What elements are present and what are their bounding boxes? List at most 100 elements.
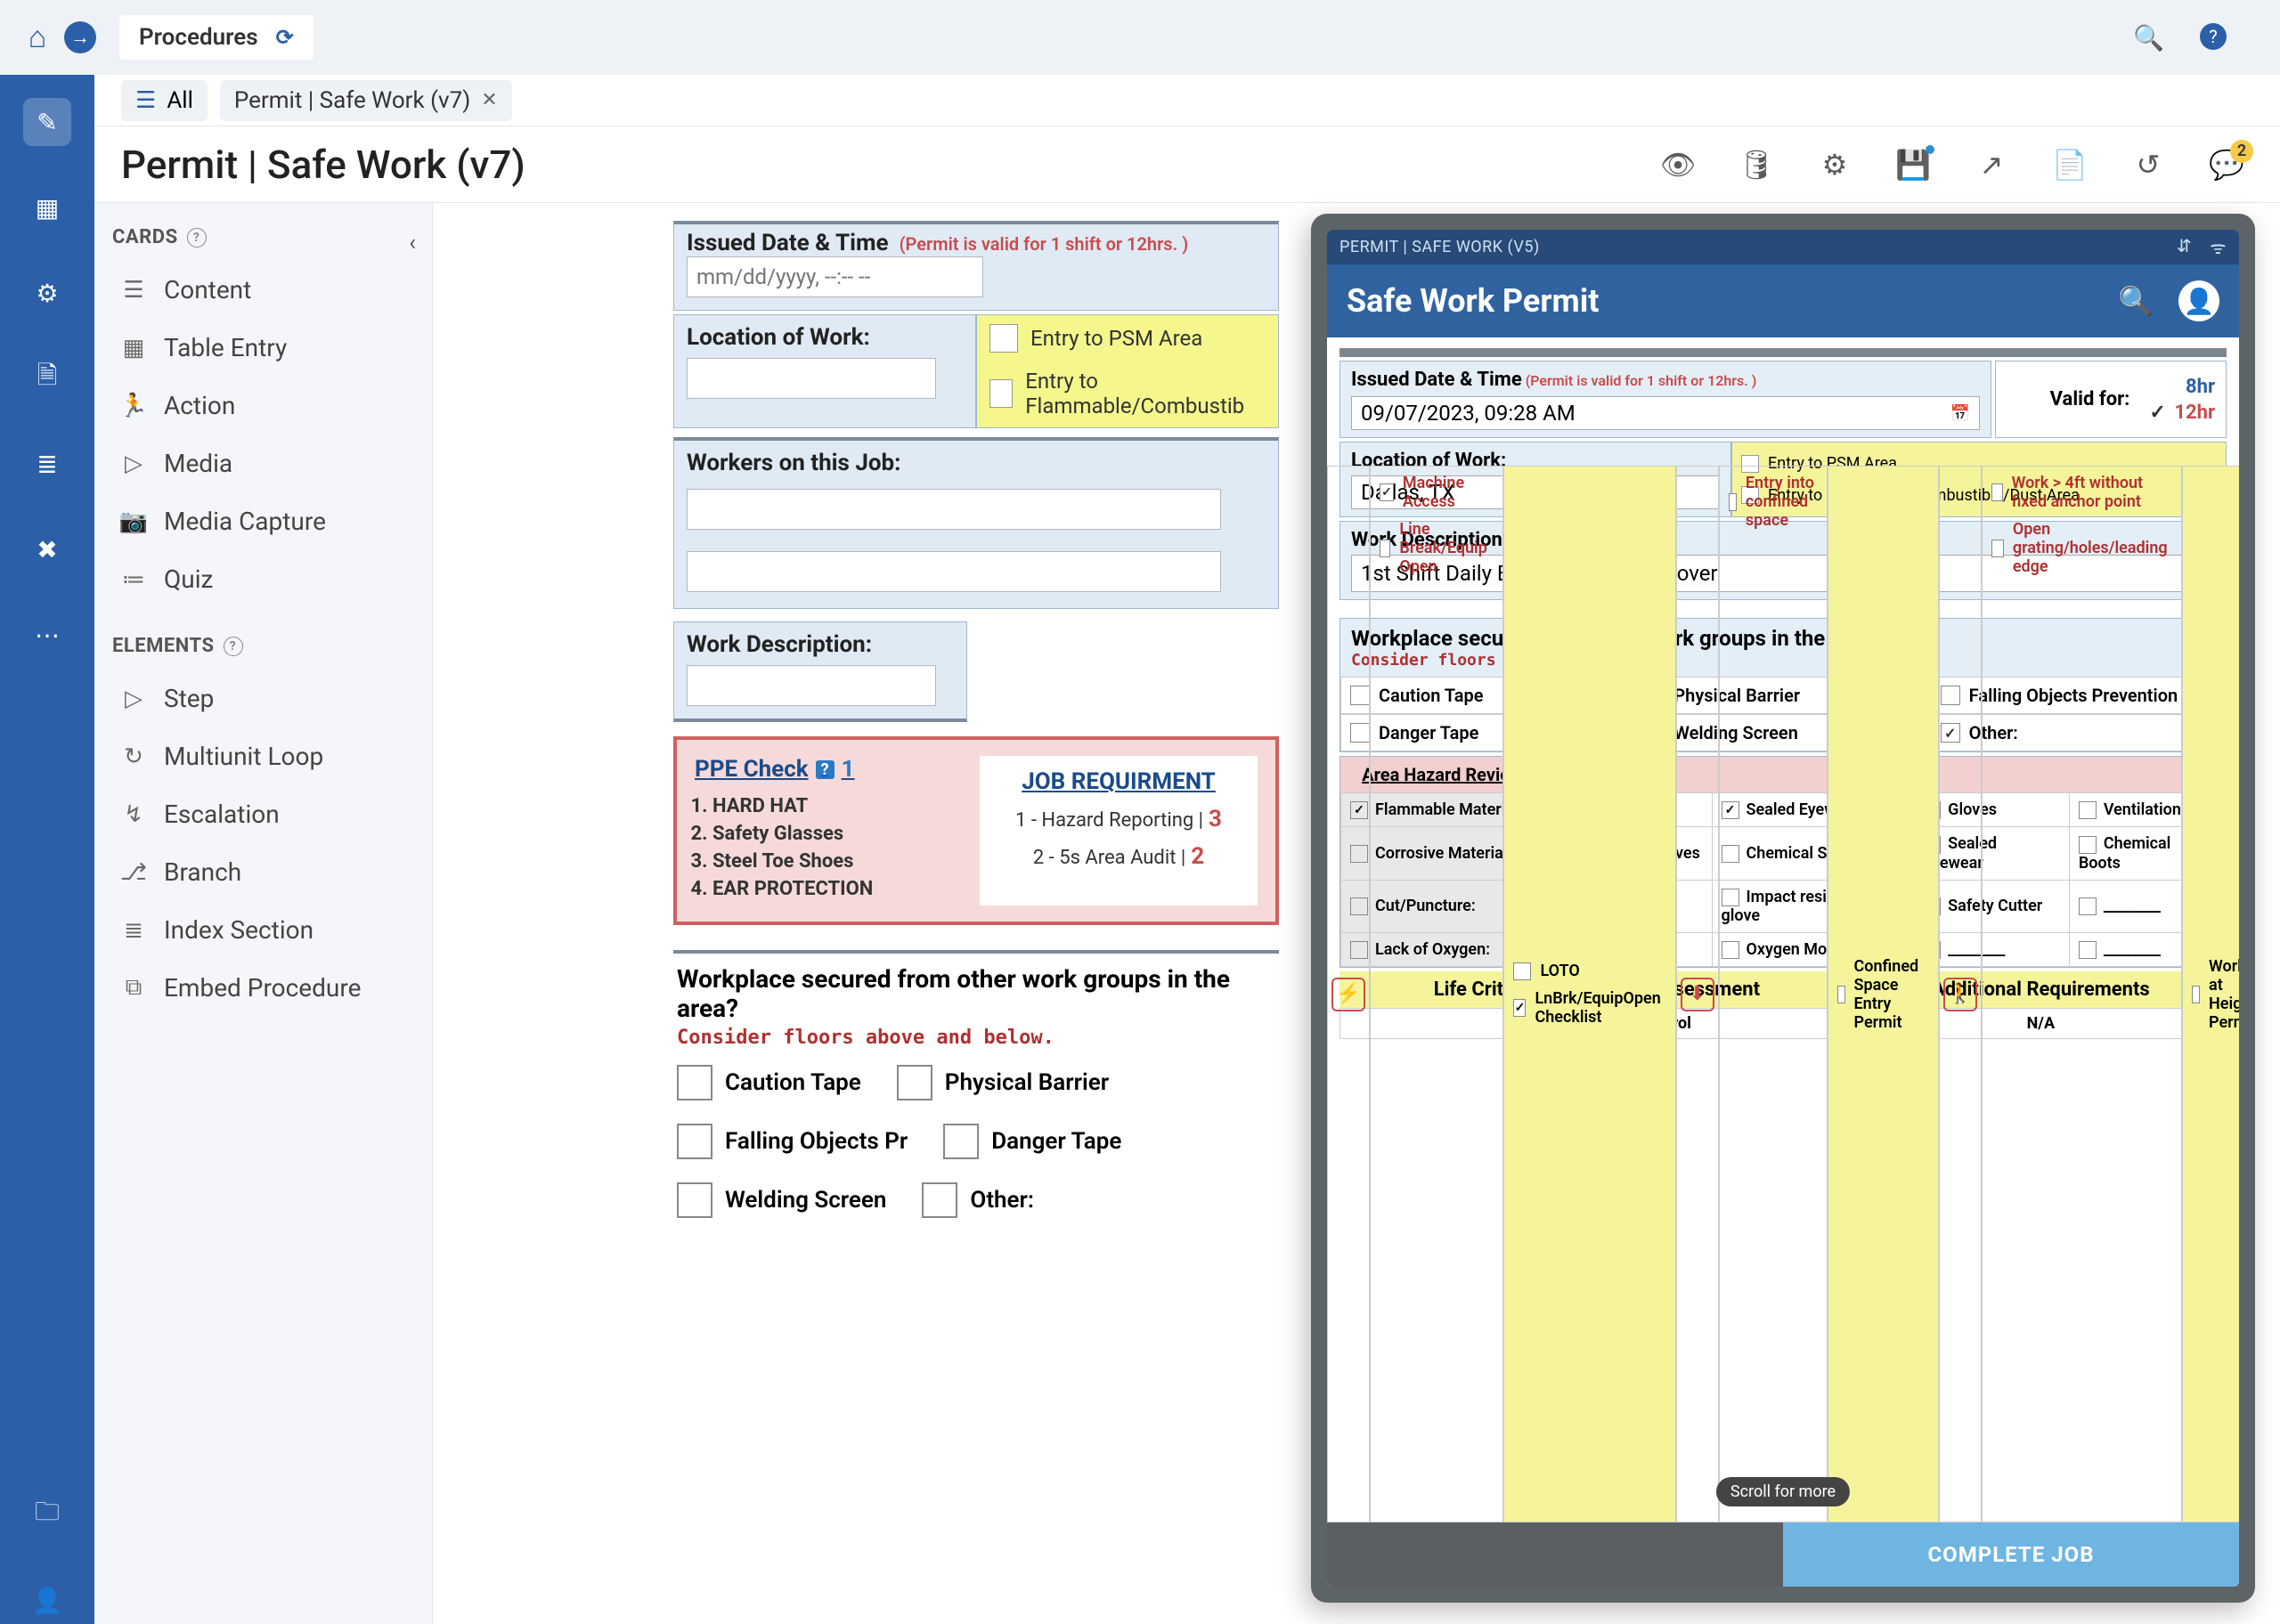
media-icon: ▷	[119, 451, 148, 477]
palette-item-multiunit-loop[interactable]: ↻Multiunit Loop	[112, 727, 414, 785]
ppe-item: Steel Toe Shoes	[712, 850, 962, 873]
collapse-icon[interactable]: ‹	[409, 230, 416, 256]
secure-opt[interactable]: Physical Barrier	[897, 1065, 1109, 1100]
dv-life-item[interactable]: ✓Machine Access	[1380, 474, 1494, 511]
loc-opt-psm[interactable]: Entry to PSM Area	[989, 324, 1266, 353]
dv-life-item[interactable]: Entry into confined space	[1729, 474, 1818, 530]
palette-item-branch[interactable]: ⎇Branch	[112, 843, 414, 901]
database-icon[interactable]: 🛢	[1738, 147, 1774, 183]
palette-item-embed-procedure[interactable]: ⧉Embed Procedure	[112, 959, 414, 1017]
index-icon: ≣	[119, 917, 148, 944]
dv-life-item[interactable]: Open grating/holes/leading edge	[1991, 520, 2173, 576]
help-icon[interactable]: ?	[187, 228, 207, 248]
worker-input-1[interactable]	[687, 489, 1221, 530]
device-caption-bar: PERMIT | SAFE WORK (V5) ⇵ᯤ	[1327, 230, 2239, 264]
palette-item-media[interactable]: ▷Media	[112, 434, 414, 492]
palette-item-escalation[interactable]: ↯Escalation	[112, 785, 414, 843]
palette-item-action[interactable]: 🏃Action	[112, 377, 414, 434]
dv-valid-12hr[interactable]: ✓12hr	[2149, 402, 2215, 424]
palette-item-content[interactable]: ☰Content	[112, 261, 414, 319]
avatar-icon[interactable]: 👤	[2178, 280, 2219, 321]
nav-sliders-icon[interactable]: ⚙	[23, 269, 71, 317]
nav-bars-icon[interactable]: ≣	[23, 440, 71, 488]
dv-life-item[interactable]: Work > 4ft without fixed anchor point	[1991, 474, 2173, 511]
breadcrumb[interactable]: Procedures ⟳	[119, 15, 314, 60]
complete-job-button[interactable]: COMPLETE JOB	[1783, 1522, 2239, 1587]
worker-input-2[interactable]	[687, 551, 1221, 592]
secure-block[interactable]: Workplace secured from other work groups…	[673, 950, 1279, 1229]
device-header: Safe Work Permit 🔍 👤	[1327, 264, 2239, 337]
nav-user-icon[interactable]: 👤	[23, 1576, 71, 1624]
loc-opt-flammable[interactable]: Entry to Flammable/Combustib	[989, 369, 1266, 418]
open-external-icon[interactable]: ↗	[1974, 147, 2009, 183]
palette-item-index-section[interactable]: ≣Index Section	[112, 901, 414, 959]
nav-folder-icon[interactable]: 🗀	[23, 1490, 71, 1539]
dv-issued-input[interactable]: 09/07/2023, 09:28 AM📅	[1351, 396, 1980, 430]
refresh-icon[interactable]: ⟳	[276, 25, 294, 50]
help-icon[interactable]: ?	[224, 637, 243, 656]
preview-icon[interactable]: 👁	[1660, 147, 1696, 183]
gear-icon[interactable]: ⚙	[1817, 147, 1852, 183]
ppe-item: Safety Glasses	[712, 823, 962, 845]
desc-input[interactable]	[687, 665, 936, 706]
workers-block[interactable]: Workers on this Job:	[673, 437, 1279, 609]
nav-tools-icon[interactable]: ✖	[23, 525, 71, 573]
secure-opt[interactable]: Other:	[922, 1182, 1034, 1218]
tab-document-label: Permit | Safe Work (v7)	[234, 87, 470, 114]
desc-block[interactable]: Work Description:	[673, 621, 967, 722]
secure-opt[interactable]: Welding Screen	[677, 1182, 886, 1218]
pdf-icon[interactable]: 📄	[2052, 147, 2088, 183]
secure-opt[interactable]: Caution Tape	[677, 1065, 861, 1100]
close-icon[interactable]: ✕	[481, 89, 497, 111]
nav-grid-icon[interactable]: ▦	[23, 183, 71, 231]
home-icon[interactable]: ⌂	[18, 18, 57, 57]
comments-badge: 2	[2230, 140, 2253, 163]
tab-document[interactable]: Permit | Safe Work (v7) ✕	[220, 80, 512, 121]
top-strip: ⌂ → Procedures ⟳ 🔍 ?	[0, 0, 2280, 75]
secure-note: Consider floors above and below.	[677, 1027, 1275, 1049]
palette-cards-header: CARDS ?	[112, 226, 414, 248]
calendar-icon[interactable]: 📅	[1950, 404, 1970, 423]
ppe-block[interactable]: PPE Check ? 1 HARD HAT Safety Glasses St…	[673, 736, 1279, 925]
dv-life-req[interactable]: ✓LnBrk/EquipOpen Checklist	[1513, 989, 1665, 1027]
forward-icon[interactable]: →	[64, 21, 96, 53]
hazard-symbol-icon: ⬇	[1676, 466, 1719, 1522]
device-content[interactable]: Issued Date & Time (Permit is valid for …	[1327, 337, 2239, 1522]
nav-more-icon[interactable]: ⋯	[23, 611, 71, 659]
secure-opt[interactable]: Falling Objects Pr	[677, 1124, 908, 1159]
nav-report-icon[interactable]: 🗎	[23, 354, 71, 402]
nav-edit-icon[interactable]: ✎	[23, 98, 71, 146]
palette-item-step[interactable]: ▷Step	[112, 670, 414, 727]
comments-icon[interactable]: 💬2	[2209, 147, 2244, 183]
history-icon[interactable]: ↺	[2130, 147, 2166, 183]
search-icon[interactable]: 🔍	[2118, 284, 2154, 318]
dv-valid: Valid for: 8hr ✓12hr	[1995, 361, 2227, 438]
location-input[interactable]	[687, 358, 936, 399]
issued-block[interactable]: Issued Date & Time (Permit is valid for …	[673, 221, 1279, 311]
job-req-line: 2 - 5s Area Audit |2	[994, 843, 1243, 870]
issued-input[interactable]	[687, 256, 983, 297]
dv-life-item[interactable]: Line Break/Equip Open	[1380, 520, 1494, 576]
dv-life-req[interactable]: LOTO	[1513, 962, 1665, 980]
dv-valid-8hr[interactable]: 8hr	[2149, 376, 2215, 398]
tab-all[interactable]: ☰ All	[121, 80, 208, 121]
camera-icon: 📷	[119, 508, 148, 535]
dv-issued-label: Issued Date & Time	[1351, 369, 1522, 391]
secure-opt[interactable]: Danger Tape	[943, 1124, 1121, 1159]
step-icon: ▷	[119, 686, 148, 712]
device-title: Safe Work Permit	[1347, 282, 1599, 320]
action-icon: 🏃	[119, 393, 148, 419]
dv-life-req[interactable]: Working at Heights Permit	[2192, 957, 2239, 1032]
dv-valid-label: Valid for:	[2050, 388, 2138, 410]
palette-item-media-capture[interactable]: 📷Media Capture	[112, 492, 414, 550]
secure-question: Workplace secured from other work groups…	[677, 964, 1275, 1023]
location-block[interactable]: Location of Work: Entry to PSM Area Entr…	[673, 314, 1279, 428]
search-icon[interactable]: 🔍	[2133, 23, 2164, 53]
palette-elements-header: ELEMENTS ?	[112, 635, 414, 657]
palette-item-quiz[interactable]: ≔Quiz	[112, 550, 414, 608]
help-icon[interactable]: ?	[2200, 23, 2227, 50]
tab-all-label: All	[167, 87, 193, 114]
save-icon[interactable]: 💾	[1895, 147, 1931, 183]
dv-life-req[interactable]: Confined Space Entry Permit	[1837, 957, 1929, 1032]
palette-item-table-entry[interactable]: ▦Table Entry	[112, 319, 414, 377]
